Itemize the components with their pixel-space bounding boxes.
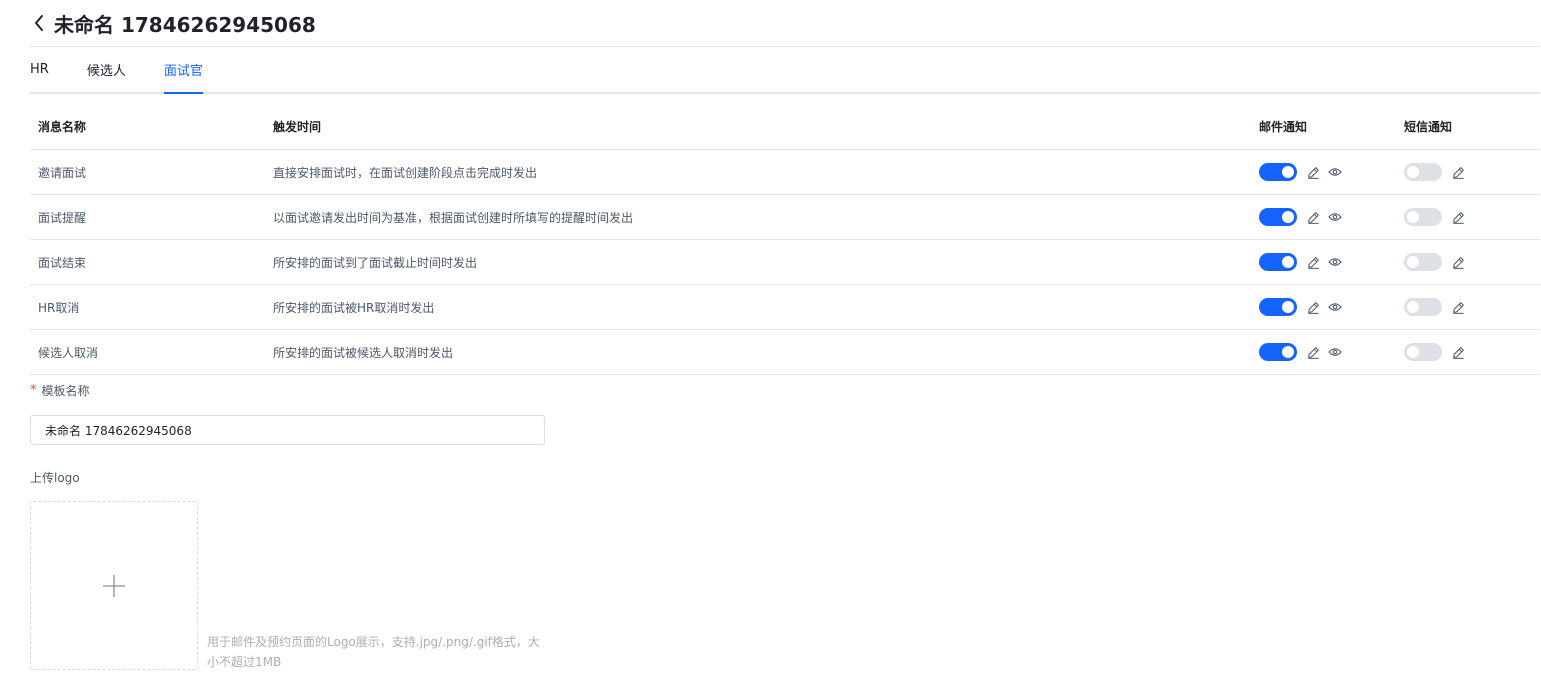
toggle-knob <box>1407 346 1419 358</box>
upload-logo-label: 上传logo <box>30 471 80 485</box>
table-row: 候选人取消 所安排的面试被候选人取消时发出 <box>30 330 1540 375</box>
email-toggle[interactable] <box>1259 343 1297 361</box>
message-name: 面试结束 <box>38 255 87 270</box>
eye-icon[interactable] <box>1327 209 1343 225</box>
sms-controls <box>1404 343 1466 361</box>
pencil-icon[interactable] <box>1450 209 1466 225</box>
email-toggle[interactable] <box>1259 208 1297 226</box>
toggle-knob <box>1407 301 1419 313</box>
page-title: 未命名 17846262945068 <box>54 12 316 37</box>
upload-hint: 用于邮件及预约页面的Logo展示，支持.jpg/.png/.gif格式，大小不超… <box>207 635 540 669</box>
pencil-icon[interactable] <box>1450 164 1466 180</box>
eye-icon[interactable] <box>1327 344 1343 360</box>
table-row: 面试提醒 以面试邀请发出时间为基准，根据面试创建时所填写的提醒时间发出 <box>30 195 1540 240</box>
sms-controls <box>1404 208 1466 226</box>
sms-toggle[interactable] <box>1404 208 1442 226</box>
sms-toggle[interactable] <box>1404 343 1442 361</box>
message-name: 邀请面试 <box>38 165 87 180</box>
tab-interviewer[interactable]: 面试官 <box>163 47 203 94</box>
sms-toggle[interactable] <box>1404 298 1442 316</box>
trigger-description: 所安排的面试到了面试截止时间时发出 <box>273 255 478 270</box>
eye-icon[interactable] <box>1327 164 1343 180</box>
sms-controls <box>1404 163 1466 181</box>
upload-logo-button[interactable] <box>30 501 198 670</box>
chevron-left-icon <box>35 15 43 31</box>
email-toggle[interactable] <box>1259 298 1297 316</box>
toggle-knob <box>1407 166 1419 178</box>
tab-hr[interactable]: HR <box>30 47 49 92</box>
email-controls <box>1259 298 1343 316</box>
eye-icon[interactable] <box>1327 254 1343 270</box>
email-controls <box>1259 253 1343 271</box>
column-header-email: 邮件通知 <box>1259 120 1308 134</box>
pencil-icon[interactable] <box>1450 299 1466 315</box>
toggle-knob <box>1407 211 1419 223</box>
table-body: 邀请面试 直接安排面试时，在面试创建阶段点击完成时发出 面试提醒 以面试邀请发出… <box>30 150 1540 375</box>
pencil-icon[interactable] <box>1305 254 1321 270</box>
email-controls <box>1259 343 1343 361</box>
page-header: 未命名 17846262945068 <box>30 0 1540 47</box>
eye-icon[interactable] <box>1327 299 1343 315</box>
notification-table: 消息名称 触发时间 邮件通知 短信通知 邀请面试 直接安排面试时，在面试创建阶段… <box>30 104 1540 375</box>
table-row: HR取消 所安排的面试被HR取消时发出 <box>30 285 1540 330</box>
pencil-icon[interactable] <box>1305 164 1321 180</box>
sms-controls <box>1404 298 1466 316</box>
trigger-description: 直接安排面试时，在面试创建阶段点击完成时发出 <box>273 165 538 180</box>
email-toggle[interactable] <box>1259 163 1297 181</box>
toggle-knob <box>1282 301 1294 313</box>
template-name-label-text: 模板名称 <box>41 384 90 398</box>
toggle-knob <box>1282 211 1294 223</box>
template-name-input[interactable] <box>30 415 545 445</box>
sms-controls <box>1404 253 1466 271</box>
recipient-tabs: HR 候选人 面试官 <box>30 47 1540 94</box>
email-controls <box>1259 208 1343 226</box>
column-header-sms: 短信通知 <box>1404 120 1453 134</box>
trigger-description: 所安排的面试被HR取消时发出 <box>273 300 435 315</box>
message-name: 候选人取消 <box>38 345 99 360</box>
pencil-icon[interactable] <box>1305 344 1321 360</box>
column-header-name: 消息名称 <box>38 120 87 134</box>
template-name-label: * 模板名称 <box>30 382 90 399</box>
trigger-description: 所安排的面试被候选人取消时发出 <box>273 345 454 360</box>
table-header: 消息名称 触发时间 邮件通知 短信通知 <box>30 104 1540 150</box>
column-header-trigger: 触发时间 <box>273 120 322 134</box>
toggle-knob <box>1282 256 1294 268</box>
toggle-knob <box>1282 166 1294 178</box>
message-name: HR取消 <box>38 300 80 315</box>
back-button[interactable] <box>30 12 48 34</box>
plus-icon <box>103 574 125 597</box>
tab-candidate[interactable]: 候选人 <box>87 47 126 92</box>
message-name: 面试提醒 <box>38 210 87 225</box>
sms-toggle[interactable] <box>1404 163 1442 181</box>
table-row: 邀请面试 直接安排面试时，在面试创建阶段点击完成时发出 <box>30 150 1540 195</box>
table-row: 面试结束 所安排的面试到了面试截止时间时发出 <box>30 240 1540 285</box>
sms-toggle[interactable] <box>1404 253 1442 271</box>
pencil-icon[interactable] <box>1305 299 1321 315</box>
toggle-knob <box>1407 256 1419 268</box>
pencil-icon[interactable] <box>1450 344 1466 360</box>
required-mark: * <box>30 383 37 398</box>
pencil-icon[interactable] <box>1450 254 1466 270</box>
toggle-knob <box>1282 346 1294 358</box>
email-toggle[interactable] <box>1259 253 1297 271</box>
email-controls <box>1259 163 1343 181</box>
pencil-icon[interactable] <box>1305 209 1321 225</box>
trigger-description: 以面试邀请发出时间为基准，根据面试创建时所填写的提醒时间发出 <box>273 210 634 225</box>
